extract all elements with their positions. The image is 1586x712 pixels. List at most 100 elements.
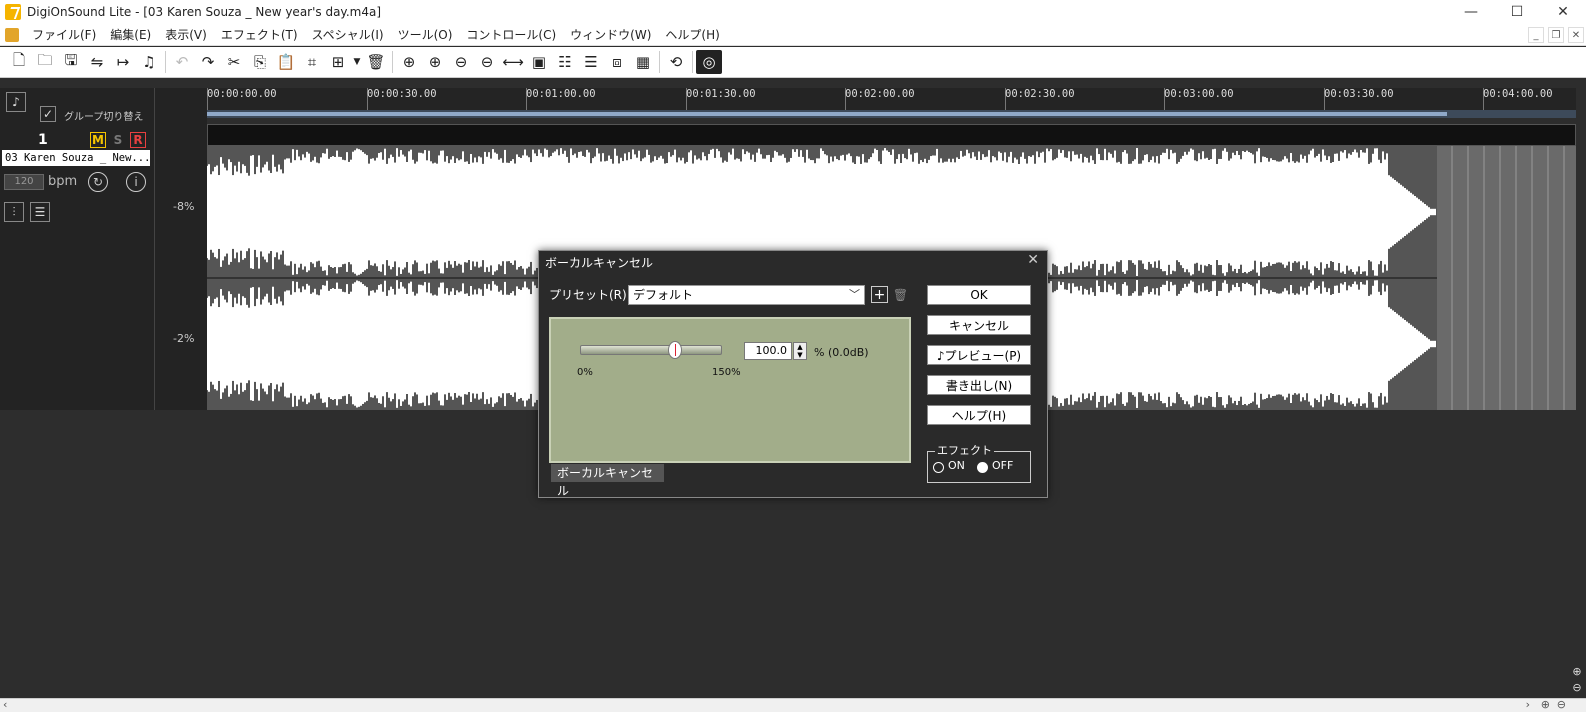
music-icon[interactable]: ♫ bbox=[136, 50, 162, 74]
level-label-bottom: -2% bbox=[173, 332, 195, 345]
record-button[interactable]: R bbox=[130, 132, 146, 148]
effect-group-label: エフェクト bbox=[935, 442, 994, 458]
menu-view[interactable]: 表示(V) bbox=[158, 26, 214, 43]
group-toggle-label: グループ切り替え bbox=[64, 112, 144, 123]
toolbar: 🗋 🗀 🖫 ⇋ ↦ ♫ ↶ ↷ ✂ ⎘ 📋 ⌗ ⊞ ▼ 🗑 ⊕ ⊕ ⊖ ⊖ ⟷ … bbox=[0, 47, 1586, 78]
time-ruler[interactable]: 00:00:00.00 00:00:30.00 00:01:00.00 00:0… bbox=[207, 88, 1576, 110]
export-button[interactable]: 書き出し(N) bbox=[927, 375, 1031, 395]
solo-button[interactable]: S bbox=[110, 132, 126, 148]
eq-icon[interactable]: ⫶ bbox=[4, 202, 24, 222]
redo-icon[interactable]: ↷ bbox=[195, 50, 221, 74]
copy-icon[interactable]: ⎘ bbox=[247, 50, 273, 74]
ruler-tick: 00:02:30.00 bbox=[1005, 88, 1075, 110]
track-header: ♪ ✓ グループ切り替え 1 M S R 03 Karen Souza _ Ne… bbox=[0, 88, 155, 410]
dialog-close-icon[interactable]: ✕ bbox=[1027, 252, 1039, 268]
minimize-button[interactable]: — bbox=[1448, 0, 1494, 24]
vocal-cancel-dialog: ボーカルキャンセル ✕ プリセット(R): デフォルト ﹀ + 🗑 0% 150… bbox=[538, 250, 1048, 498]
crop-icon[interactable]: ⌗ bbox=[299, 50, 325, 74]
track-name-field[interactable]: 03 Karen Souza _ New... bbox=[2, 150, 150, 166]
dropdown-arrow-icon[interactable]: ▼ bbox=[351, 50, 363, 74]
mdi-close-icon[interactable]: ✕ bbox=[1568, 27, 1584, 43]
track-effect-icon[interactable]: ☰ bbox=[30, 202, 50, 222]
add-preset-icon[interactable]: + bbox=[871, 286, 888, 303]
help-button[interactable]: ヘルプ(H) bbox=[927, 405, 1031, 425]
fit-selection-icon[interactable]: ▣ bbox=[526, 50, 552, 74]
slider-min-label: 0% bbox=[577, 367, 593, 378]
document-icon[interactable] bbox=[5, 27, 19, 42]
ok-button[interactable]: OK bbox=[927, 285, 1031, 305]
track-number: 1 bbox=[38, 132, 48, 148]
menu-control[interactable]: コントロール(C) bbox=[459, 26, 563, 43]
ruler-tick: 00:03:00.00 bbox=[1164, 88, 1234, 110]
open-folder-icon[interactable]: 🗀 bbox=[32, 50, 58, 74]
wave-view-icon[interactable]: ◎ bbox=[696, 50, 722, 74]
amount-unit-label: % (0.0dB) bbox=[814, 346, 869, 359]
save-as-icon[interactable]: ⇋ bbox=[84, 50, 110, 74]
menu-window[interactable]: ウィンドウ(W) bbox=[563, 26, 658, 43]
effect-on-radio[interactable] bbox=[933, 462, 944, 473]
export-icon[interactable]: ↦ bbox=[110, 50, 136, 74]
insert-icon[interactable]: ⊞ bbox=[325, 50, 351, 74]
chevron-down-icon: ﹀ bbox=[849, 288, 860, 301]
loop-region-icon[interactable]: ⧈ bbox=[604, 50, 630, 74]
zoom-out-vertical-icon[interactable]: ⊖ bbox=[474, 50, 500, 74]
preview-button[interactable]: ♪プレビュー(P) bbox=[927, 345, 1031, 365]
reset-icon[interactable]: ↻ bbox=[88, 172, 108, 192]
paste-icon[interactable]: 📋 bbox=[273, 50, 299, 74]
timeline-scroll-strip[interactable] bbox=[207, 110, 1576, 118]
maximize-button[interactable]: ☐ bbox=[1494, 0, 1540, 24]
zoom-in-vertical-icon[interactable]: ⊕ bbox=[422, 50, 448, 74]
menu-tools[interactable]: ツール(O) bbox=[391, 26, 460, 43]
menu-effect[interactable]: エフェクト(T) bbox=[214, 26, 305, 43]
zoom-out-icon[interactable]: ⊖ bbox=[1557, 698, 1566, 711]
new-file-icon[interactable]: 🗋 bbox=[6, 50, 32, 74]
track-menu-icon[interactable]: ♪ bbox=[6, 92, 26, 112]
zoom-in-horizontal-icon[interactable]: ⊕ bbox=[396, 50, 422, 74]
info-icon[interactable]: i bbox=[126, 172, 146, 192]
menu-file[interactable]: ファイル(F) bbox=[25, 26, 103, 43]
vertical-zoom-out-icon[interactable]: ⊖ bbox=[1570, 680, 1584, 694]
undo-icon[interactable]: ↶ bbox=[169, 50, 195, 74]
delete-icon[interactable]: 🗑 bbox=[363, 50, 389, 74]
track-view-icon[interactable]: ▦ bbox=[630, 50, 656, 74]
scroll-left-icon[interactable]: ‹ bbox=[3, 698, 7, 711]
amount-slider-track[interactable] bbox=[580, 345, 722, 355]
menu-edit[interactable]: 編集(E) bbox=[103, 26, 158, 43]
fit-width-icon[interactable]: ⟷ bbox=[500, 50, 526, 74]
effect-panel-tab[interactable]: ボーカルキャンセル bbox=[551, 464, 664, 498]
sample-rate-icon[interactable]: ⟲ bbox=[663, 50, 689, 74]
mdi-controls: _ ❐ ✕ bbox=[1528, 27, 1584, 43]
amount-input[interactable]: 100.0 bbox=[744, 342, 792, 360]
dialog-title: ボーカルキャンセル bbox=[545, 256, 654, 270]
slider-max-label: 150% bbox=[712, 367, 741, 378]
close-window-button[interactable]: ✕ bbox=[1540, 0, 1586, 24]
title-bar: DigiOnSound Lite - [03 Karen Souza _ New… bbox=[0, 0, 1586, 24]
effect-off-radio[interactable] bbox=[977, 462, 988, 473]
scroll-right-icon[interactable]: › bbox=[1526, 698, 1530, 711]
group-toggle-checkbox[interactable]: ✓ bbox=[40, 106, 56, 122]
menu-bar: ファイル(F) 編集(E) 表示(V) エフェクト(T) スペシャル(I) ツー… bbox=[0, 24, 1586, 46]
amount-spinner[interactable]: ▲ ▼ bbox=[793, 342, 807, 360]
zoom-out-horizontal-icon[interactable]: ⊖ bbox=[448, 50, 474, 74]
mdi-restore-icon[interactable]: ❐ bbox=[1548, 27, 1564, 43]
effect-on-label: ON bbox=[948, 459, 965, 472]
mdi-minimize-icon[interactable]: _ bbox=[1528, 27, 1544, 43]
bpm-input[interactable]: 120 bbox=[4, 174, 44, 190]
amount-slider-thumb[interactable] bbox=[667, 341, 682, 359]
delete-preset-icon[interactable]: 🗑 bbox=[892, 286, 909, 303]
cancel-button[interactable]: キャンセル bbox=[927, 315, 1031, 335]
preset-select[interactable]: デフォルト ﹀ bbox=[628, 285, 865, 305]
zoom-in-icon[interactable]: ⊕ bbox=[1541, 698, 1550, 711]
vertical-zoom-in-icon[interactable]: ⊕ bbox=[1570, 664, 1584, 678]
marker-icon[interactable]: ☰ bbox=[578, 50, 604, 74]
horizontal-scrollbar[interactable]: ‹ › ⊕ ⊖ bbox=[0, 698, 1586, 712]
mixer-icon[interactable]: ☷ bbox=[552, 50, 578, 74]
ruler-tick: 00:01:30.00 bbox=[686, 88, 756, 110]
cut-icon[interactable]: ✂ bbox=[221, 50, 247, 74]
menu-special[interactable]: スペシャル(I) bbox=[305, 26, 391, 43]
mute-button[interactable]: M bbox=[90, 132, 106, 148]
menu-help[interactable]: ヘルプ(H) bbox=[658, 26, 726, 43]
ruler-tick: 00:01:00.00 bbox=[526, 88, 596, 110]
overview-bar[interactable] bbox=[207, 124, 1576, 146]
save-icon[interactable]: 🖫 bbox=[58, 50, 84, 74]
